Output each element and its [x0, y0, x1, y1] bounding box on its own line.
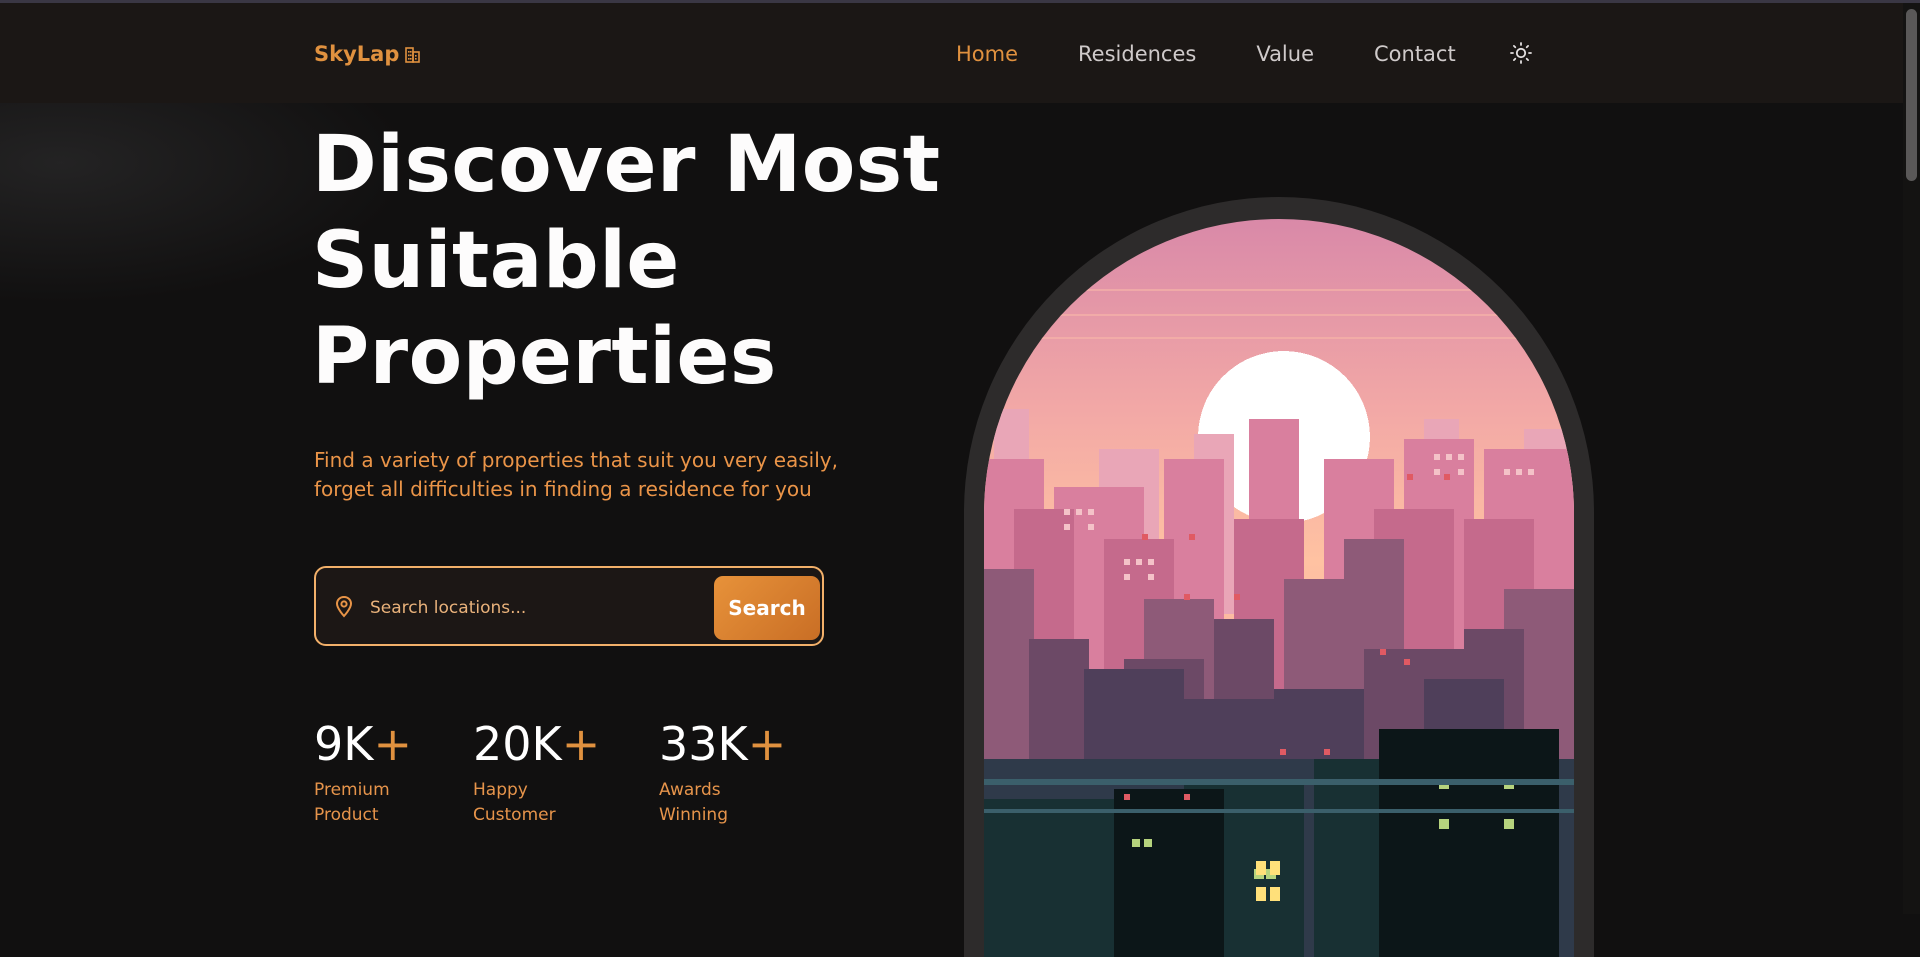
- scrollbar[interactable]: [1903, 3, 1920, 914]
- brand-name: SkyLap: [314, 42, 400, 66]
- nav-contact[interactable]: Contact: [1374, 42, 1456, 66]
- hero-title: Discover Most Suitable Properties: [312, 117, 972, 405]
- stat-label: Premium Product: [314, 778, 424, 828]
- stat-number: 20K: [473, 717, 562, 771]
- stat-value: 33K+: [659, 716, 786, 772]
- hero-subtitle-line: Find a variety of properties that suit y…: [314, 448, 838, 472]
- stat-premium-product: 9K+ Premium Product: [314, 716, 424, 828]
- hero-title-line: Properties: [312, 312, 777, 402]
- stat-value: 20K+: [473, 716, 600, 772]
- stat-label-line: Awards: [659, 780, 721, 800]
- stat-label: Happy Customer: [473, 778, 583, 828]
- nav-value[interactable]: Value: [1256, 42, 1314, 66]
- stat-label-line: Customer: [473, 805, 556, 825]
- stat-label: Awards Winning: [659, 778, 769, 828]
- stat-number: 9K: [314, 717, 374, 771]
- stat-label-line: Product: [314, 805, 379, 825]
- pixel-city-illustration: [984, 219, 1574, 957]
- nav-residences[interactable]: Residences: [1078, 42, 1196, 66]
- hero-subtitle-line: forget all difficulties in finding a res…: [314, 477, 812, 501]
- stat-plus: +: [373, 717, 412, 771]
- stat-number: 33K: [659, 717, 748, 771]
- search-bar: Search: [314, 566, 824, 646]
- scrollbar-thumb[interactable]: [1906, 9, 1917, 181]
- nav-home[interactable]: Home: [956, 42, 1018, 66]
- building-icon: [405, 47, 421, 63]
- stat-label-line: Happy: [473, 780, 528, 800]
- main-nav: Home Residences Value Contact: [956, 42, 1516, 66]
- stat-plus: +: [747, 717, 787, 771]
- stat-happy-customer: 20K+ Happy Customer: [473, 716, 600, 828]
- search-button[interactable]: Search: [714, 576, 820, 640]
- search-input[interactable]: [368, 592, 672, 624]
- sun-icon[interactable]: [1509, 41, 1533, 65]
- hero-title-line: Discover Most: [312, 120, 941, 210]
- hero-title-line: Suitable: [312, 216, 680, 306]
- stat-plus: +: [561, 717, 601, 771]
- stat-label-line: Winning: [659, 805, 728, 825]
- site-header: SkyLap Home Residences Value Contact: [0, 3, 1903, 103]
- stat-label-line: Premium: [314, 780, 390, 800]
- hero-image: [984, 219, 1574, 957]
- stat-value: 9K+: [314, 716, 424, 772]
- location-pin-icon: [335, 595, 353, 618]
- stat-awards-winning: 33K+ Awards Winning: [659, 716, 786, 828]
- hero-subtitle: Find a variety of properties that suit y…: [314, 446, 874, 504]
- hero-image-frame: [964, 197, 1594, 957]
- brand-logo[interactable]: SkyLap: [314, 42, 421, 66]
